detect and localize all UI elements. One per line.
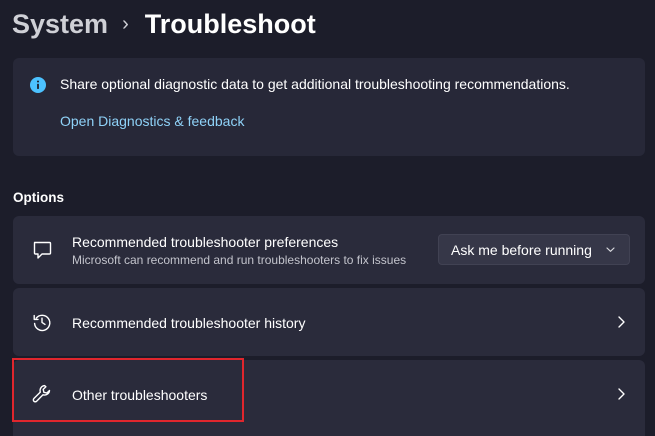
chevron-down-icon (606, 247, 615, 252)
options-section-title: Options (13, 190, 64, 205)
other-troubleshooters-row[interactable]: Other troubleshooters (13, 360, 645, 436)
chevron-right-icon (618, 388, 625, 400)
troubleshooter-history-row[interactable]: Recommended troubleshooter history (13, 288, 645, 356)
preferences-subtitle: Microsoft can recommend and run troubles… (72, 253, 407, 267)
wrench-icon (32, 384, 51, 403)
troubleshooter-preference-dropdown[interactable]: Ask me before running (438, 234, 630, 265)
history-title: Recommended troubleshooter history (72, 315, 306, 331)
troubleshooter-preferences-row: Recommended troubleshooter preferences M… (13, 216, 645, 284)
chat-bubble-icon (33, 241, 52, 259)
breadcrumb-system[interactable]: System (12, 9, 108, 40)
breadcrumb-separator: › (122, 12, 129, 35)
dropdown-selected-value: Ask me before running (451, 242, 592, 258)
info-icon (30, 77, 46, 93)
history-icon (33, 314, 51, 332)
page-title: Troubleshoot (144, 8, 316, 39)
breadcrumb: System › Troubleshoot (12, 4, 316, 44)
other-troubleshooters-title: Other troubleshooters (72, 387, 208, 403)
info-banner-text: Share optional diagnostic data to get ad… (60, 76, 570, 92)
diagnostic-info-banner: Share optional diagnostic data to get ad… (13, 58, 645, 156)
open-diagnostics-link[interactable]: Open Diagnostics & feedback (60, 113, 244, 129)
preferences-title: Recommended troubleshooter preferences (72, 234, 339, 250)
chevron-right-icon (618, 316, 625, 328)
